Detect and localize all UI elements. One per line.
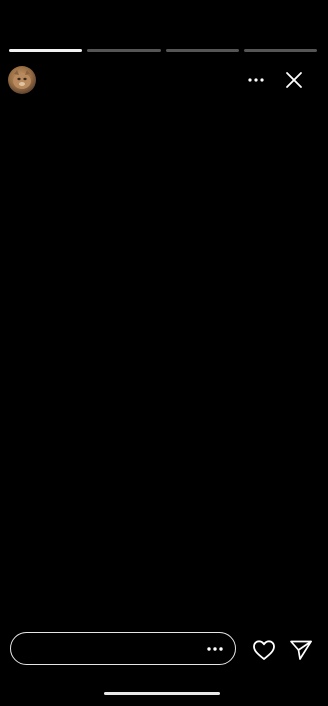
story-progress-segment — [9, 49, 83, 52]
send-button[interactable] — [288, 637, 314, 663]
reply-input[interactable] — [25, 633, 199, 666]
more-horizontal-icon — [207, 647, 223, 651]
story-progress-segment — [165, 49, 239, 52]
story-progress-segment — [87, 49, 161, 52]
profile-avatar[interactable] — [8, 66, 36, 94]
composer-more-button[interactable] — [205, 639, 225, 659]
avatar-image — [13, 70, 31, 89]
like-button[interactable] — [251, 637, 277, 663]
close-icon — [286, 72, 302, 88]
heart-icon — [253, 640, 275, 660]
story-progress-bar — [9, 49, 317, 52]
story-progress-segment — [243, 49, 317, 52]
more-horizontal-icon — [248, 78, 264, 82]
reply-composer[interactable] — [10, 632, 236, 666]
more-options-button[interactable] — [244, 70, 268, 90]
story-progress-fill — [9, 49, 83, 52]
send-icon — [290, 640, 312, 660]
close-button[interactable] — [282, 68, 306, 92]
home-indicator[interactable] — [104, 692, 220, 695]
